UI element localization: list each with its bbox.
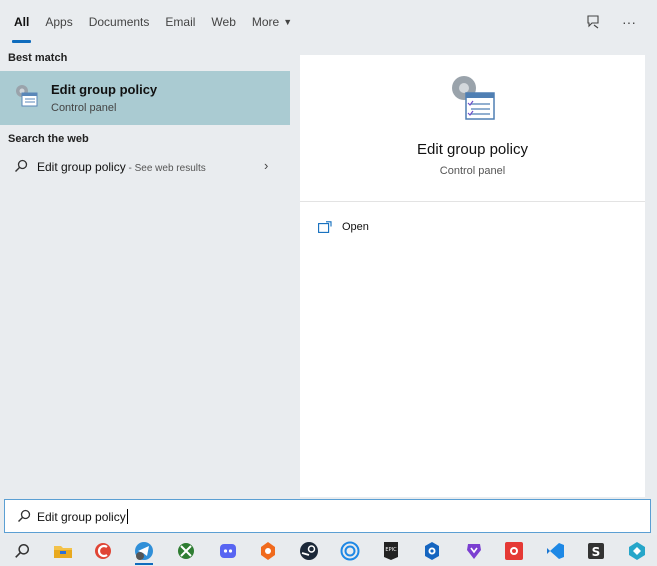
tab-apps-label: Apps [45, 15, 73, 29]
detail-title: Edit group policy [417, 141, 528, 158]
more-options-icon[interactable]: ··· [620, 13, 638, 31]
s-app-icon[interactable]: S [585, 540, 607, 562]
orange-app-icon[interactable] [257, 540, 279, 562]
ubisoft-icon[interactable] [339, 540, 361, 562]
best-match-title: Edit group policy [51, 82, 158, 97]
red-app-icon[interactable] [503, 540, 525, 562]
telegram-icon[interactable] [133, 540, 155, 562]
best-match-result[interactable]: Edit group policy Control panel [0, 71, 290, 125]
caret-down-icon: ▼ [283, 17, 293, 27]
taskbar: EPIC S [0, 535, 657, 566]
search-web-heading: Search the web [8, 133, 89, 145]
more-options-label: ··· [622, 14, 636, 30]
tab-apps[interactable]: Apps [45, 0, 72, 44]
divider [300, 201, 645, 202]
epic-games-icon[interactable]: EPIC [380, 540, 402, 562]
svg-text:EPIC: EPIC [385, 547, 397, 553]
tab-list: All Apps Documents Email Web More ▼ [11, 0, 308, 44]
teal-app-icon[interactable] [626, 540, 648, 562]
discord-icon[interactable] [217, 540, 239, 562]
group-policy-icon [14, 83, 40, 109]
tab-web[interactable]: Web [211, 0, 235, 44]
detail-pane: Edit group policy Control panel Open [300, 55, 645, 497]
ccleaner-icon[interactable] [92, 540, 114, 562]
web-search-text: Edit group policy - See web results [37, 160, 206, 174]
group-policy-icon [448, 73, 498, 123]
open-action[interactable]: Open [318, 217, 369, 237]
best-match-subtitle: Control panel [51, 102, 117, 114]
svg-text:S: S [592, 545, 601, 559]
chevron-right-icon[interactable]: › [264, 158, 268, 173]
tab-email[interactable]: Email [165, 0, 195, 44]
tab-more-label: More [251, 15, 280, 29]
best-match-heading: Best match [8, 52, 68, 64]
tab-email-label: Email [165, 15, 196, 29]
tab-documents[interactable]: Documents [89, 0, 150, 44]
blue-hex-icon[interactable] [421, 540, 443, 562]
vscode-icon[interactable] [544, 540, 566, 562]
web-search-result[interactable]: Edit group policy - See web results › [0, 152, 290, 182]
tab-web-label: Web [211, 15, 236, 29]
tab-documents-label: Documents [88, 15, 150, 29]
steam-icon[interactable] [298, 540, 320, 562]
tab-all-label: All [14, 15, 30, 29]
search-icon [17, 509, 31, 523]
active-app-indicator [135, 563, 153, 565]
open-window-icon [318, 221, 332, 233]
results-pane: Best match Edit group policy Control pan… [0, 44, 290, 497]
folder-icon[interactable] [52, 540, 74, 562]
web-search-suffix: - See web results [125, 163, 206, 174]
search-input[interactable]: Edit group policy [4, 499, 651, 533]
brave-icon[interactable] [463, 540, 485, 562]
tab-more[interactable]: More ▼ [252, 0, 292, 44]
search-query-text: Edit group policy [37, 510, 126, 524]
search-input-value: Edit group policy [37, 509, 128, 524]
search-tab-bar: All Apps Documents Email Web More ▼ ··· [0, 0, 657, 44]
search-icon [14, 159, 28, 173]
detail-subtitle: Control panel [439, 165, 506, 177]
web-search-query: Edit group policy [37, 160, 126, 174]
xbox-icon[interactable] [175, 540, 197, 562]
tab-all[interactable]: All [11, 0, 32, 44]
text-cursor [126, 509, 128, 524]
feedback-icon[interactable] [584, 13, 602, 31]
taskbar-search-icon[interactable] [11, 540, 33, 562]
open-label: Open [342, 221, 369, 233]
